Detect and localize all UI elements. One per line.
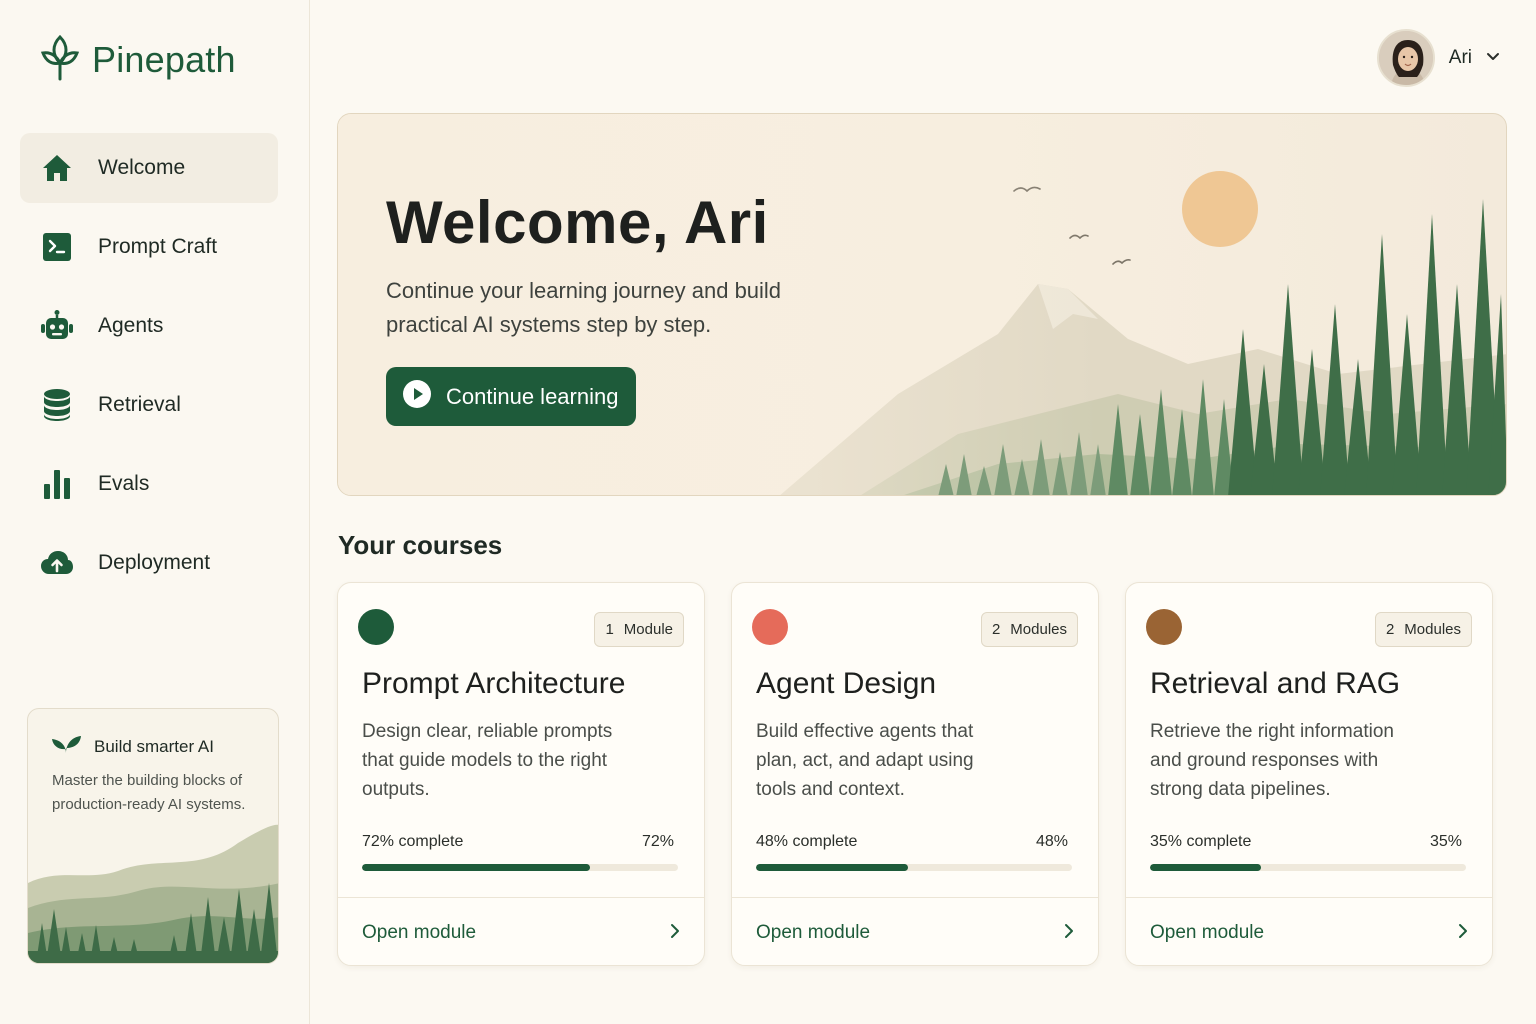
home-icon <box>40 151 74 185</box>
progress-label: 48% complete <box>756 833 858 850</box>
module-label: Modules <box>1010 621 1067 638</box>
module-count-badge: 2 Modules <box>1374 612 1472 647</box>
cloud-upload-icon <box>40 546 74 580</box>
module-label: Module <box>623 621 673 638</box>
continue-learning-label: Continue learning <box>446 383 619 409</box>
module-count: 1 <box>605 621 614 638</box>
open-module-label: Open module <box>362 922 477 943</box>
course-title: Retrieval and RAG <box>1150 667 1401 700</box>
course-color-dot <box>752 609 788 645</box>
module-count: 2 <box>1385 621 1395 638</box>
course-title: Prompt Architecture <box>362 667 626 700</box>
module-count-badge: 2 Modules <box>980 612 1078 647</box>
progress-percent: 35% <box>1429 833 1462 850</box>
promo-text: Master the building blocks of production… <box>52 772 246 813</box>
module-count: 2 <box>991 621 1001 638</box>
course-card-retrieval-and-rag: 2 Modules Retrieval and RAG Retrieve the… <box>1125 582 1493 966</box>
module-label: Modules <box>1404 621 1461 638</box>
promo-card: Build smarter AI Master the building blo… <box>27 708 279 964</box>
divider <box>338 897 704 898</box>
user-menu[interactable]: Ari <box>1376 28 1500 88</box>
play-icon <box>402 379 432 415</box>
promo-title: Build smarter AI <box>94 736 214 756</box>
sidebar-item-label: Retrieval <box>98 393 181 416</box>
sidebar-item-deployment[interactable]: Deployment <box>20 528 278 598</box>
welcome-hero: Welcome, Ari Continue your learning jour… <box>337 113 1507 496</box>
progress-percent: 72% <box>641 833 674 850</box>
database-icon <box>40 388 74 422</box>
sidebar-item-label: Prompt Craft <box>98 235 218 258</box>
promo-header: Build smarter AI <box>50 733 214 760</box>
course-color-dot <box>1146 609 1182 645</box>
chevron-right-icon <box>1458 923 1468 944</box>
course-card-prompt-architecture: 1 Module Prompt Architecture Design clea… <box>337 582 705 966</box>
progress-bar-fill <box>1150 864 1261 871</box>
pine-leaf-logo-icon <box>40 33 80 88</box>
course-card-agent-design: 2 Modules Agent Design Build effective a… <box>731 582 1099 966</box>
bar-chart-icon <box>40 467 74 501</box>
course-description: Build effective agents that plan, act, a… <box>756 721 974 800</box>
sidebar-item-agents[interactable]: Agents <box>20 291 278 361</box>
terminal-icon <box>40 230 74 264</box>
chevron-right-icon <box>1064 923 1074 944</box>
progress-percent: 48% <box>1035 833 1068 850</box>
progress-label: 35% complete <box>1150 833 1252 850</box>
sidebar-item-label: Deployment <box>98 551 211 574</box>
sidebar-item-welcome[interactable]: Welcome <box>20 133 278 203</box>
progress-bar-fill <box>362 864 590 871</box>
progress-bar <box>1150 864 1466 871</box>
course-title: Agent Design <box>756 667 937 700</box>
open-module-label: Open module <box>1150 922 1265 943</box>
chevron-down-icon <box>1486 49 1500 67</box>
brand[interactable]: Pinepath <box>40 34 236 86</box>
course-description: Retrieve the right information and groun… <box>1150 721 1394 800</box>
avatar <box>1376 29 1435 87</box>
hero-title: Welcome, Ari <box>386 189 769 256</box>
sidebar-item-label: Agents <box>98 314 164 337</box>
user-name: Ari <box>1448 47 1472 68</box>
open-module-link[interactable]: Open module <box>362 913 680 953</box>
chevron-right-icon <box>670 923 680 944</box>
divider <box>1126 897 1492 898</box>
open-module-link[interactable]: Open module <box>756 913 1074 953</box>
continue-learning-button[interactable]: Continue learning <box>386 367 636 426</box>
open-module-link[interactable]: Open module <box>1150 913 1468 953</box>
sidebar-item-prompt-craft[interactable]: Prompt Craft <box>20 212 278 282</box>
sidebar-item-evals[interactable]: Evals <box>20 449 278 519</box>
progress-bar <box>756 864 1072 871</box>
course-description: Design clear, reliable prompts that guid… <box>362 721 613 800</box>
section-title-your-courses: Your courses <box>338 530 503 560</box>
sidebar-item-label: Welcome <box>98 156 186 179</box>
brand-name: Pinepath <box>92 39 236 80</box>
divider <box>732 897 1098 898</box>
robot-icon <box>40 309 74 343</box>
sidebar: Pinepath Welcome Prompt Craft Agents Ret… <box>0 0 310 1024</box>
progress-bar-fill <box>756 864 908 871</box>
hero-subtitle: Continue your learning journey and build… <box>386 278 782 337</box>
progress-bar <box>362 864 678 871</box>
module-count-badge: 1 Module <box>594 612 684 647</box>
forest-illustration <box>28 824 278 963</box>
open-module-label: Open module <box>756 922 871 943</box>
progress-label: 72% complete <box>362 833 464 850</box>
sprout-icon <box>50 733 82 760</box>
sidebar-item-label: Evals <box>98 472 150 495</box>
sidebar-item-retrieval[interactable]: Retrieval <box>20 370 278 440</box>
course-color-dot <box>358 609 394 645</box>
sidebar-nav: Welcome Prompt Craft Agents Retrieval Ev… <box>20 133 278 607</box>
